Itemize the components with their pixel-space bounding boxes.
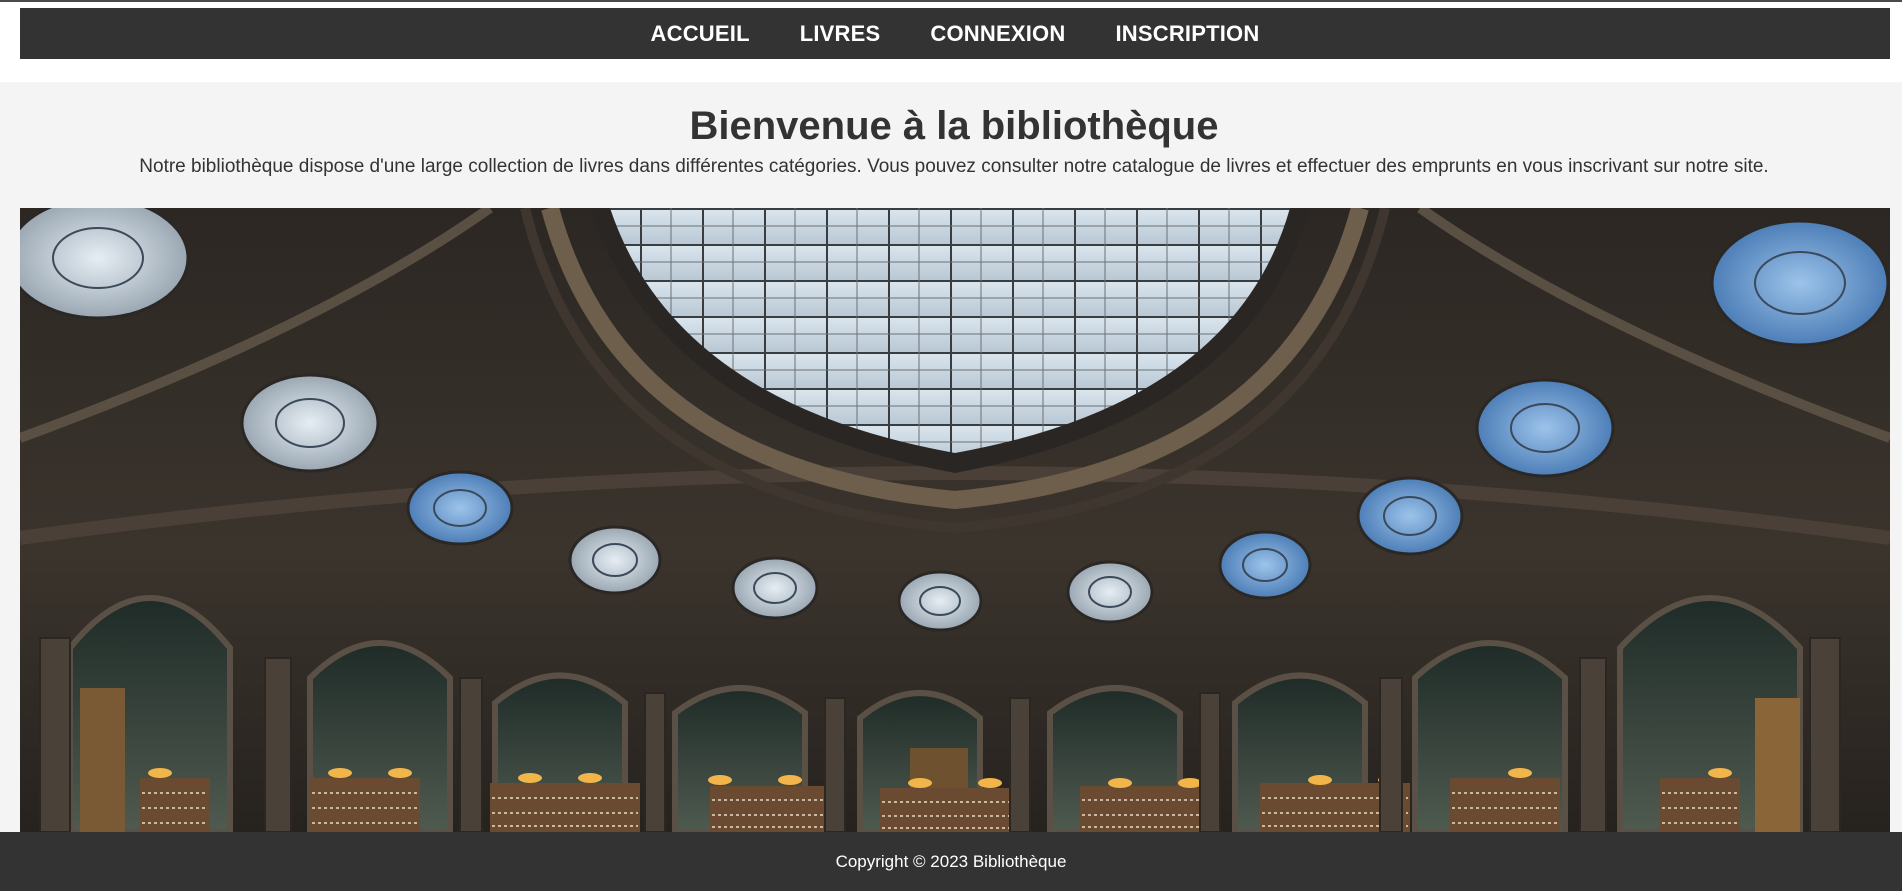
copyright-text: Copyright © 2023 Bibliothèque (835, 851, 1067, 871)
page-title: Bienvenue à la bibliothèque (689, 104, 1219, 148)
site-footer: Copyright © 2023 Bibliothèque (0, 832, 1902, 891)
header: ACCUEIL LIVRES CONNEXION INSCRIPTION (0, 0, 1902, 82)
nav-link-inscription[interactable]: INSCRIPTION (1115, 21, 1259, 47)
intro-paragraph: Notre bibliothèque dispose d'une large c… (139, 156, 1769, 177)
nav-link-accueil[interactable]: ACCUEIL (651, 21, 750, 47)
nav-link-livres[interactable]: LIVRES (800, 21, 881, 47)
library-hall-image (20, 208, 1890, 832)
main-navbar: ACCUEIL LIVRES CONNEXION INSCRIPTION (20, 8, 1890, 59)
nav-link-connexion[interactable]: CONNEXION (930, 21, 1065, 47)
